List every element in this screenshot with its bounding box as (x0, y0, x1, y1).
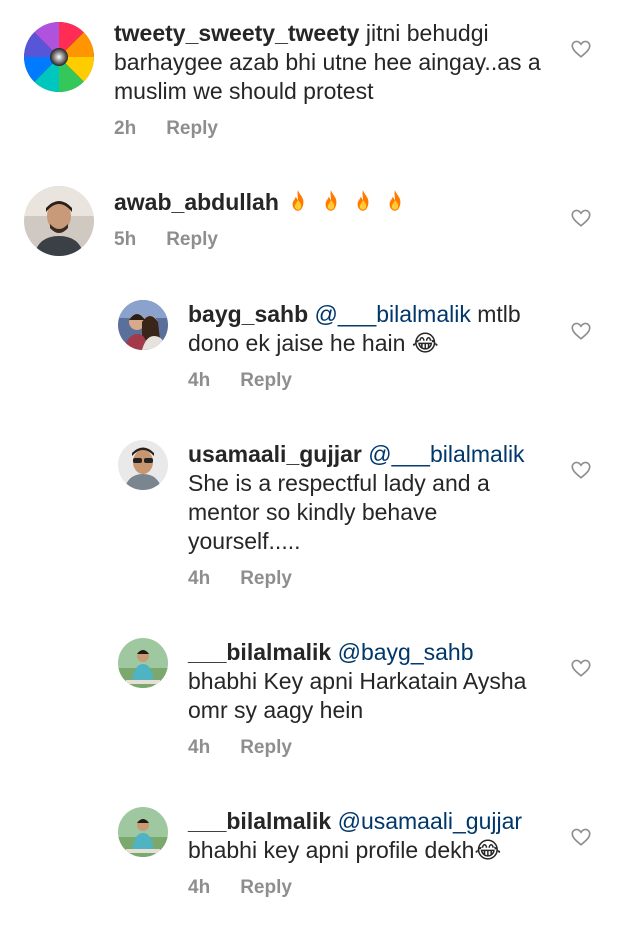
mention-link[interactable]: @___bilalmalik (315, 301, 471, 327)
reply-button[interactable]: Reply (166, 118, 218, 140)
comment-time: 2h (114, 118, 137, 139)
comment-body: ___bilalmalik @usamaali_gujjar bhabhi ke… (188, 807, 548, 865)
comment-body: awab_abdullah (114, 188, 544, 217)
fire-emoji-icon (318, 188, 344, 214)
reply-button[interactable]: Reply (240, 370, 292, 392)
comment-username[interactable]: ___bilalmalik (188, 639, 331, 665)
reply-button[interactable]: Reply (240, 877, 292, 899)
comment-time: 4h (188, 877, 211, 898)
spiral-rainbow-avatar-icon (24, 22, 94, 92)
avatar[interactable] (118, 440, 168, 490)
fire-emoji-icon (382, 188, 408, 214)
comment-time: 4h (188, 370, 211, 391)
comment-text: bhabhi Key apni Harkatain Aysha omr sy a… (188, 668, 527, 723)
comment-meta: 4h Reply (188, 568, 292, 590)
comment-body: ___bilalmalik @bayg_sahb bhabhi Key apni… (188, 638, 548, 725)
heart-outline-icon[interactable] (570, 826, 592, 848)
mention-link[interactable]: @bayg_sahb (338, 639, 474, 665)
profile-photo-couple-icon (118, 300, 168, 350)
mention-link[interactable]: @___bilalmalik (368, 441, 524, 467)
avatar[interactable] (118, 300, 168, 350)
heart-outline-icon[interactable] (570, 459, 592, 481)
comment-time: 4h (188, 568, 211, 589)
heart-outline-icon[interactable] (570, 320, 592, 342)
profile-photo-outdoor-icon (118, 807, 168, 857)
comment-time: 4h (188, 737, 211, 758)
mention-link[interactable]: @usamaali_gujjar (338, 808, 522, 834)
avatar[interactable] (118, 638, 168, 688)
comment-username[interactable]: usamaali_gujjar (188, 441, 362, 467)
comment-meta: 5h Reply (114, 229, 218, 251)
profile-photo-man-icon (24, 186, 94, 256)
avatar[interactable] (118, 807, 168, 857)
heart-outline-icon[interactable] (570, 38, 592, 60)
comment-username[interactable]: tweety_sweety_tweety (114, 20, 359, 46)
comment-body: tweety_sweety_tweety jitni behudgi barha… (114, 19, 544, 106)
comment-meta: 2h Reply (114, 118, 218, 140)
heart-outline-icon[interactable] (570, 207, 592, 229)
comment-text (285, 189, 408, 215)
reply-button[interactable]: Reply (240, 737, 292, 759)
heart-outline-icon[interactable] (570, 657, 592, 679)
fire-emoji-icon (285, 188, 311, 214)
fire-emoji-icon (350, 188, 376, 214)
reply-button[interactable]: Reply (240, 568, 292, 590)
comment-text: bhabhi key apni profile dekh😂 (188, 837, 502, 863)
comment-username[interactable]: bayg_sahb (188, 301, 308, 327)
comment-meta: 4h Reply (188, 737, 292, 759)
reply-button[interactable]: Reply (166, 229, 218, 251)
comment-meta: 4h Reply (188, 370, 292, 392)
comment-time: 5h (114, 229, 137, 250)
avatar[interactable] (24, 186, 94, 256)
comment-username[interactable]: awab_abdullah (114, 189, 279, 215)
profile-photo-man-sunglasses-icon (118, 440, 168, 490)
profile-photo-outdoor-icon (118, 638, 168, 688)
comment-text: She is a respectful lady and a mentor so… (188, 470, 490, 554)
comment-body: bayg_sahb @___bilalmalik mtlb dono ek ja… (188, 300, 548, 358)
comment-username[interactable]: ___bilalmalik (188, 808, 331, 834)
avatar[interactable] (24, 22, 94, 92)
comment-body: usamaali_gujjar @___bilalmalik She is a … (188, 440, 548, 556)
comment-meta: 4h Reply (188, 877, 292, 899)
